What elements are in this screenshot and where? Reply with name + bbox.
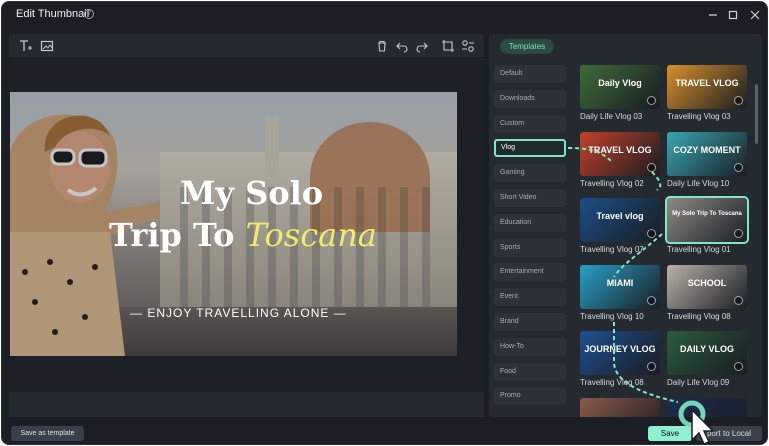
download-icon[interactable] xyxy=(647,362,656,371)
thumbnail-title-line1[interactable]: My Solo xyxy=(180,174,323,212)
template-thumbnail[interactable]: DAILY VLOG xyxy=(667,331,747,375)
template-thumbnail[interactable] xyxy=(580,397,660,417)
template-art-text: TRAVEL VLOG xyxy=(588,144,652,155)
thumbnail-preview[interactable]: My Solo Trip To Toscana — ENJOY TRAVELLI… xyxy=(10,92,457,356)
template-card[interactable]: DAILY VLOG Daily Life Vlog 09 xyxy=(667,331,747,387)
template-card[interactable]: COZY MOMENT Daily Life Vlog 10 xyxy=(667,131,747,188)
edit-thumbnail-window: Edit Thumbnail ? My Solo Trip To Toscana… xyxy=(1,1,768,445)
template-art-text: JOURNEY VLOG xyxy=(584,344,656,354)
minimize-icon[interactable] xyxy=(704,6,722,24)
category-list: Default Downloads Custom Vlog Gaming Short Vi… xyxy=(494,62,568,417)
window-title: Edit Thumbnail xyxy=(16,8,90,20)
template-art-text: DAILY VLOG xyxy=(679,344,734,354)
text-tool-icon[interactable] xyxy=(18,38,34,54)
template-label: Travelling Vlog 01 xyxy=(667,245,731,254)
download-icon[interactable] xyxy=(734,162,743,172)
template-art-text: Daily Vlog xyxy=(598,78,642,88)
delete-icon[interactable] xyxy=(374,38,390,54)
thumbnail-subtitle[interactable]: — ENJOY TRAVELLING ALONE — xyxy=(130,306,347,320)
template-art-text: TRAVEL VLOG xyxy=(675,78,739,88)
category-sports[interactable]: Sports xyxy=(494,238,566,257)
template-card[interactable]: SCHOOL Travelling Vlog 08 xyxy=(667,264,747,321)
download-icon[interactable] xyxy=(734,96,743,105)
category-short-video[interactable]: Short Video xyxy=(494,189,566,207)
category-downloads[interactable]: Downloads xyxy=(494,89,566,108)
download-icon[interactable] xyxy=(647,162,656,172)
template-card[interactable]: MIAMI Travelling Vlog 10 xyxy=(580,264,660,321)
category-how-to[interactable]: How-To xyxy=(494,337,566,356)
template-art-text: SCHOOL xyxy=(687,277,727,288)
template-thumbnail[interactable]: My Solo Trip To Toscana xyxy=(665,196,749,244)
scrollbar[interactable] xyxy=(755,84,758,144)
image-tool-icon[interactable] xyxy=(39,38,55,54)
template-label: Travelling Vlog 03 xyxy=(667,112,731,121)
template-thumbnail[interactable]: Travel vlog xyxy=(580,198,660,242)
help-icon[interactable]: ? xyxy=(84,9,94,19)
category-brand[interactable]: Brand xyxy=(494,313,566,331)
template-thumbnail[interactable]: MIAMI xyxy=(580,264,660,309)
thumbnail-title-line2[interactable]: Trip To Toscana xyxy=(109,216,377,254)
template-card[interactable]: Daily Vlog Daily Life Vlog 03 xyxy=(580,65,660,121)
canvas-footer xyxy=(9,392,484,417)
template-label: Travelling Vlog 08 xyxy=(667,311,731,321)
template-thumbnail[interactable]: Daily Vlog xyxy=(580,65,660,109)
template-label: Travelling Vlog 08 xyxy=(580,378,644,387)
template-label: Travelling Vlog 02 xyxy=(580,178,644,188)
category-education[interactable]: Education xyxy=(494,213,566,232)
category-event[interactable]: Event xyxy=(494,288,566,307)
editor-toolbar xyxy=(9,34,484,58)
template-art-text: COZY MOMENT xyxy=(673,144,741,155)
maximize-icon[interactable] xyxy=(724,6,742,24)
template-label: Travelling Vlog 10 xyxy=(580,311,644,321)
template-thumbnail[interactable]: COZY MOMENT xyxy=(667,131,747,176)
template-card[interactable]: My Solo Trip To Toscana Travelling Vlog 0… xyxy=(665,196,749,254)
template-thumbnail[interactable]: TRAVEL VLOG xyxy=(667,65,747,109)
category-default[interactable]: Default xyxy=(494,65,566,83)
template-label: Daily Life Vlog 03 xyxy=(580,112,643,121)
save-as-template-button[interactable]: Save as template xyxy=(11,426,84,441)
template-card[interactable]: TRAVEL VLOG Travelling Vlog 02 xyxy=(580,131,660,188)
title-bar: Edit Thumbnail ? xyxy=(2,2,767,28)
template-thumbnail[interactable]: TRAVEL VLOG xyxy=(580,131,660,176)
category-vlog[interactable]: Vlog xyxy=(494,139,566,158)
template-card[interactable]: JOURNEY VLOG Travelling Vlog 08 xyxy=(580,331,660,387)
download-icon[interactable] xyxy=(734,295,743,305)
template-art-text: MIAMI xyxy=(606,277,634,288)
template-thumbnail[interactable] xyxy=(667,397,747,417)
template-art-text: Travel vlog xyxy=(596,211,644,221)
title-highlight-text: Toscana xyxy=(245,216,377,254)
download-icon[interactable] xyxy=(647,229,656,238)
undo-icon[interactable] xyxy=(394,38,410,54)
template-art-text: My Solo Trip To Toscana xyxy=(672,211,742,217)
close-icon[interactable] xyxy=(746,6,764,24)
tab-templates[interactable]: Templates xyxy=(500,39,554,54)
download-icon[interactable] xyxy=(647,96,656,105)
save-button[interactable]: Save xyxy=(648,426,692,441)
template-card[interactable] xyxy=(580,397,660,417)
redo-icon[interactable] xyxy=(414,38,430,54)
category-entertainment[interactable]: Entertainment xyxy=(494,263,566,282)
download-icon[interactable] xyxy=(734,229,743,238)
template-card[interactable]: TRAVEL VLOG Travelling Vlog 03 xyxy=(667,65,747,121)
template-card[interactable]: Travel vlog Travelling Vlog 07 xyxy=(580,198,660,254)
template-card[interactable] xyxy=(667,397,747,417)
editor-panel: My Solo Trip To Toscana — ENJOY TRAVELLI… xyxy=(9,34,484,417)
category-food[interactable]: Food xyxy=(494,362,566,381)
category-gaming[interactable]: Gaming xyxy=(494,164,566,183)
crop-icon[interactable] xyxy=(440,38,456,54)
category-promo[interactable]: Promo xyxy=(494,387,566,406)
template-label: Daily Life Vlog 09 xyxy=(667,378,730,387)
template-grid: Daily Vlog Daily Life Vlog 03 TRAVEL VLOG T… xyxy=(575,60,755,417)
template-thumbnail[interactable]: JOURNEY VLOG xyxy=(580,331,660,375)
category-custom[interactable]: Custom xyxy=(494,114,566,133)
template-label: Daily Life Vlog 10 xyxy=(667,178,730,188)
download-icon[interactable] xyxy=(647,295,656,305)
settings-icon[interactable] xyxy=(460,38,476,54)
templates-panel: Templates Default Downloads Custom Vlog Gami… xyxy=(489,34,762,417)
download-icon[interactable] xyxy=(734,362,743,371)
title-plain-text: Trip To xyxy=(109,216,246,254)
export-to-local-button[interactable]: port to Local xyxy=(696,426,762,441)
template-thumbnail[interactable]: SCHOOL xyxy=(667,264,747,309)
template-label: Travelling Vlog 07 xyxy=(580,245,644,254)
